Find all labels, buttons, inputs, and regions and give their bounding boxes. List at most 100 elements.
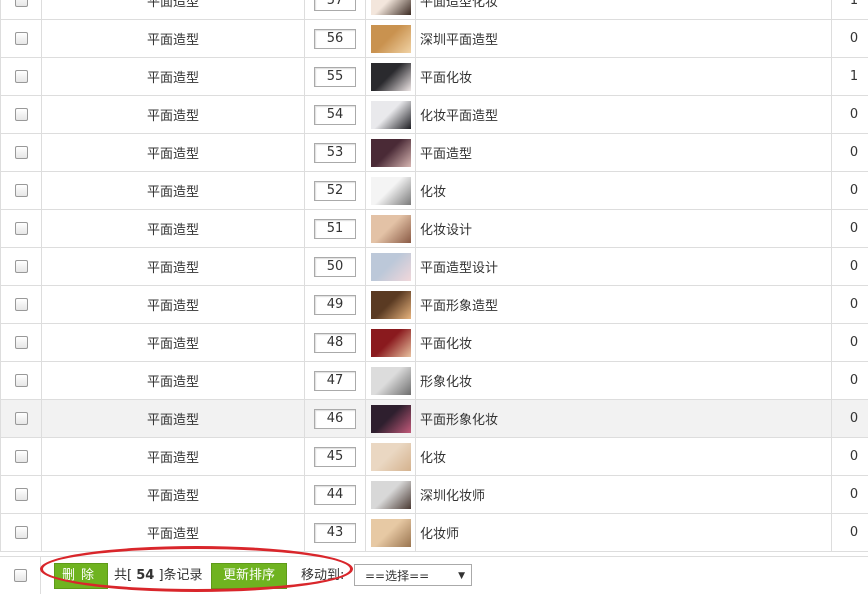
- row-sort-cell: 51: [305, 210, 366, 248]
- row-check-cell: [1, 172, 42, 210]
- row-thumb-cell: [366, 248, 416, 286]
- row-title[interactable]: 深圳化妆师: [416, 476, 832, 514]
- row-hits: 1: [832, 0, 868, 20]
- row-hits: 0: [832, 514, 868, 552]
- batch-action-bar: 删除 共[ 54 ]条记录 更新排序 移动到: ==选择== ▼: [0, 556, 868, 594]
- row-title[interactable]: 化妆: [416, 172, 832, 210]
- table-row: 平面造型 43 化妆师0: [1, 514, 868, 552]
- thumbnail-image[interactable]: [371, 63, 411, 91]
- row-checkbox[interactable]: [15, 336, 28, 349]
- sort-order-input[interactable]: 53: [314, 143, 356, 163]
- row-sort-cell: 46: [305, 400, 366, 438]
- row-checkbox[interactable]: [15, 222, 28, 235]
- row-checkbox[interactable]: [15, 260, 28, 273]
- row-checkbox[interactable]: [15, 108, 28, 121]
- row-thumb-cell: [366, 58, 416, 96]
- row-sort-cell: 53: [305, 134, 366, 172]
- table-row: 平面造型53平面造型0: [1, 134, 868, 172]
- row-checkbox[interactable]: [15, 450, 28, 463]
- row-title[interactable]: 深圳平面造型: [416, 20, 832, 58]
- table-row: 平面造型49平面形象造型0: [1, 286, 868, 324]
- thumbnail-image[interactable]: [371, 329, 411, 357]
- row-hits: 0: [832, 96, 868, 134]
- row-check-cell: [1, 20, 42, 58]
- thumbnail-image[interactable]: [371, 519, 411, 547]
- row-category: 平面造型: [42, 400, 305, 438]
- row-category: 平面造型: [42, 96, 305, 134]
- row-title[interactable]: 平面化妆: [416, 324, 832, 362]
- sort-order-input[interactable]: 50: [314, 257, 356, 277]
- row-checkbox[interactable]: [15, 0, 28, 7]
- row-checkbox[interactable]: [15, 146, 28, 159]
- sort-order-input[interactable]: 47: [314, 371, 356, 391]
- sort-order-input[interactable]: 51: [314, 219, 356, 239]
- sort-order-input[interactable]: 44: [314, 485, 356, 505]
- row-title[interactable]: 平面造型设计: [416, 248, 832, 286]
- row-checkbox[interactable]: [15, 374, 28, 387]
- row-thumb-cell: [366, 324, 416, 362]
- thumbnail-image[interactable]: [371, 101, 411, 129]
- row-hits: 1: [832, 58, 868, 96]
- thumbnail-image[interactable]: [371, 367, 411, 395]
- row-sort-cell: 43: [305, 514, 366, 552]
- sort-order-input[interactable]: 49: [314, 295, 356, 315]
- row-title[interactable]: 平面形象造型: [416, 286, 832, 324]
- row-title[interactable]: 形象化妆: [416, 362, 832, 400]
- thumbnail-image[interactable]: [371, 177, 411, 205]
- table-row: 平面造型46平面形象化妆0: [1, 400, 868, 438]
- move-to-select[interactable]: ==选择== ▼: [354, 564, 472, 586]
- row-title[interactable]: 平面造型化妆: [416, 0, 832, 20]
- row-title[interactable]: 平面形象化妆: [416, 400, 832, 438]
- row-sort-cell: 50: [305, 248, 366, 286]
- record-count-number: 54: [136, 568, 154, 583]
- sort-order-input[interactable]: 46: [314, 409, 356, 429]
- sort-order-input[interactable]: 57: [314, 0, 356, 11]
- row-checkbox[interactable]: [15, 526, 28, 539]
- move-to-select-value: ==选择==: [365, 569, 429, 583]
- row-checkbox[interactable]: [15, 32, 28, 45]
- thumbnail-image[interactable]: [371, 0, 411, 15]
- thumbnail-image[interactable]: [371, 443, 411, 471]
- row-title[interactable]: 化妆: [416, 438, 832, 476]
- sort-order-input[interactable]: 48: [314, 333, 356, 353]
- row-category: 平面造型: [42, 58, 305, 96]
- sort-order-input[interactable]: 45: [314, 447, 356, 467]
- row-hits: 0: [832, 210, 868, 248]
- row-checkbox[interactable]: [15, 298, 28, 311]
- thumbnail-image[interactable]: [371, 139, 411, 167]
- row-title[interactable]: 化妆平面造型: [416, 96, 832, 134]
- sort-order-input[interactable]: 55: [314, 67, 356, 87]
- row-category: 平面造型: [42, 514, 305, 552]
- update-sort-button[interactable]: 更新排序: [211, 563, 287, 589]
- sort-order-input[interactable]: 54: [314, 105, 356, 125]
- thumbnail-image[interactable]: [371, 405, 411, 433]
- sort-order-input[interactable]: 56: [314, 29, 356, 49]
- row-title[interactable]: 化妆师: [416, 514, 832, 552]
- row-category: 平面造型: [42, 324, 305, 362]
- delete-button[interactable]: 删除: [54, 563, 108, 589]
- row-checkbox[interactable]: [15, 412, 28, 425]
- row-title[interactable]: 平面造型: [416, 134, 832, 172]
- row-category: 平面造型: [42, 0, 305, 20]
- row-checkbox[interactable]: [15, 488, 28, 501]
- row-category: 平面造型: [42, 172, 305, 210]
- thumbnail-image[interactable]: [371, 25, 411, 53]
- row-hits: 0: [832, 438, 868, 476]
- row-hits: 0: [832, 324, 868, 362]
- row-check-cell: [1, 362, 42, 400]
- row-title[interactable]: 化妆设计: [416, 210, 832, 248]
- sort-order-input[interactable]: 43: [314, 523, 356, 543]
- thumbnail-image[interactable]: [371, 253, 411, 281]
- row-title[interactable]: 平面化妆: [416, 58, 832, 96]
- table-row: 平面造型56深圳平面造型0: [1, 20, 868, 58]
- thumbnail-image[interactable]: [371, 215, 411, 243]
- thumbnail-image[interactable]: [371, 291, 411, 319]
- row-checkbox[interactable]: [15, 70, 28, 83]
- row-checkbox[interactable]: [15, 184, 28, 197]
- select-all-checkbox[interactable]: [14, 569, 27, 582]
- sort-order-input[interactable]: 52: [314, 181, 356, 201]
- row-sort-cell: 48: [305, 324, 366, 362]
- row-thumb-cell: [366, 514, 416, 552]
- row-check-cell: [1, 0, 42, 20]
- thumbnail-image[interactable]: [371, 481, 411, 509]
